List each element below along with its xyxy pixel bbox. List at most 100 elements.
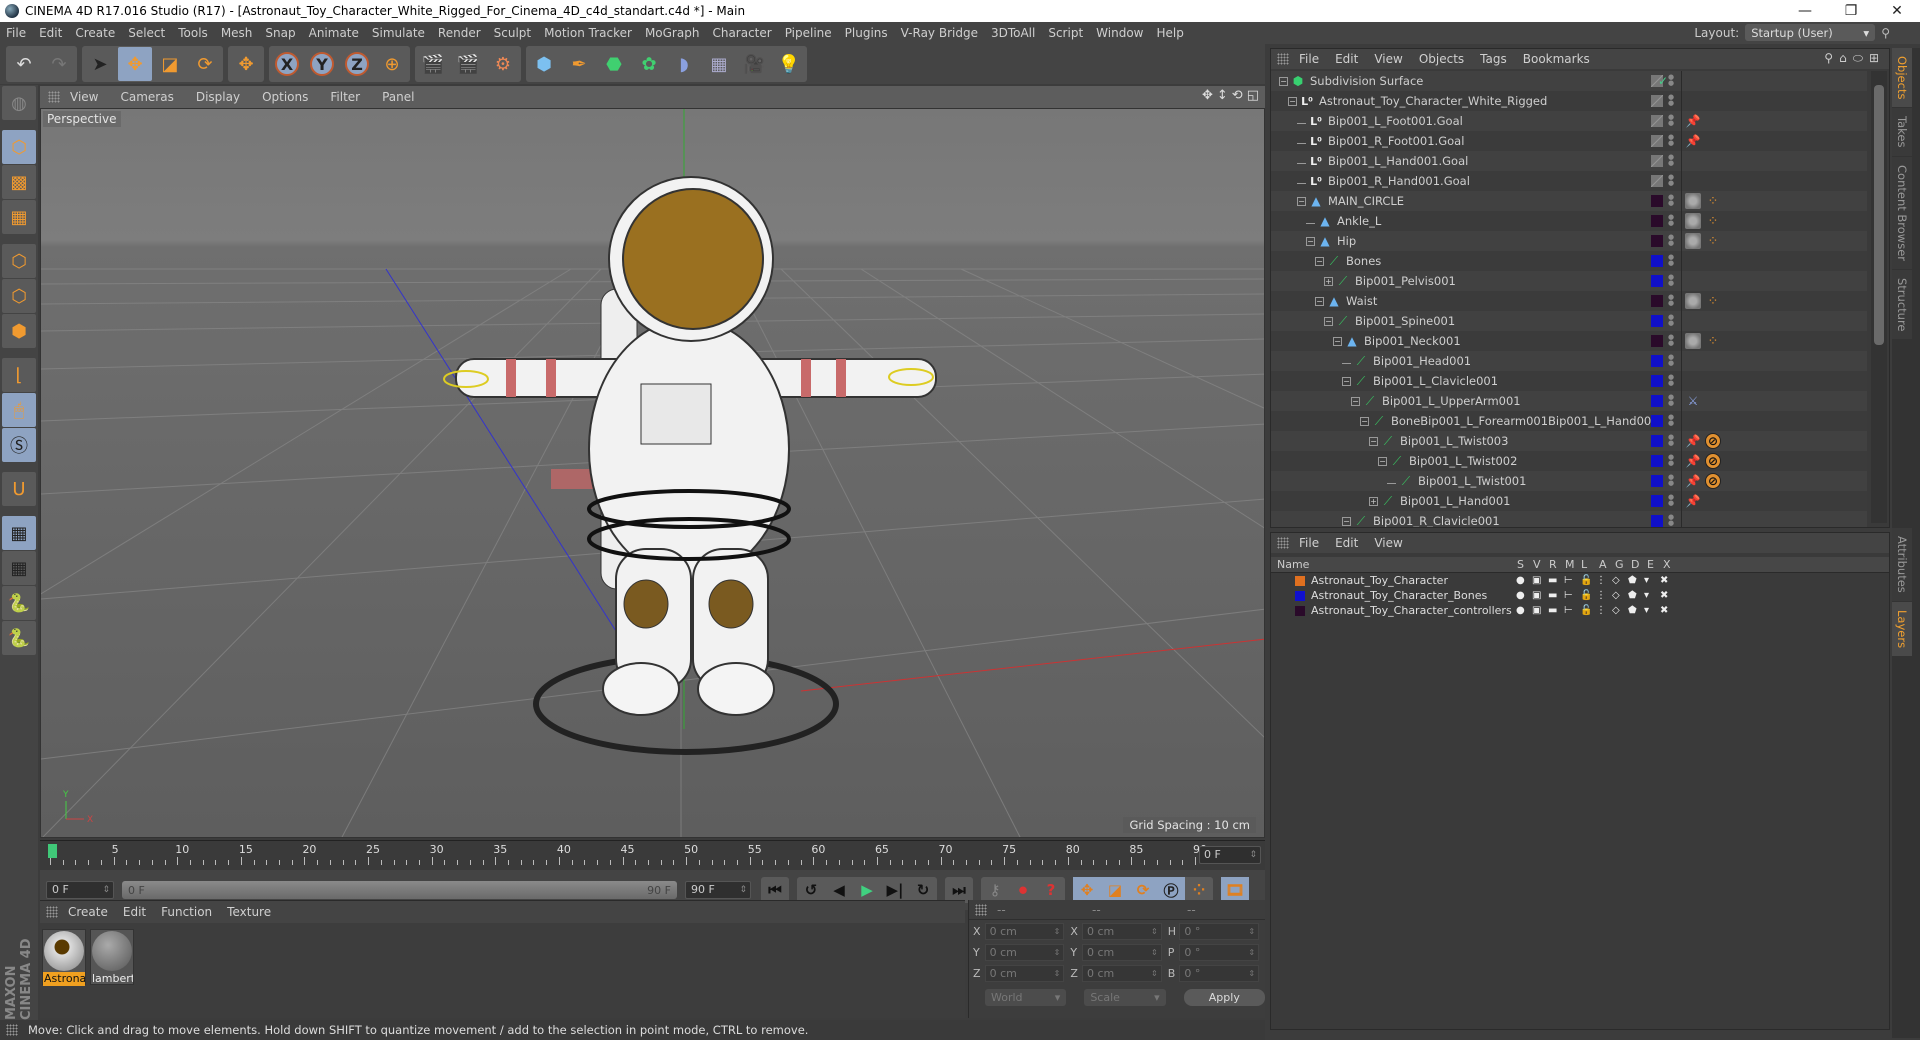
visibility-dots-icon[interactable]: ● ● (1668, 374, 1674, 387)
goal-pin-icon[interactable]: 📌 (1685, 473, 1701, 489)
coordinate-field[interactable]: 0 cm ⇕ (984, 943, 1065, 961)
layer-color-swatch[interactable] (1651, 295, 1663, 307)
side-tab-objects[interactable]: Objects (1892, 48, 1912, 108)
deformers-icon[interactable]: ⬟ (1628, 605, 1640, 616)
coordinate-mode-dropdown[interactable]: World ▾ (985, 988, 1067, 1006)
panel-grip-icon[interactable] (48, 91, 60, 103)
layer-color-swatch[interactable] (1651, 135, 1663, 147)
live-select-tool[interactable]: ➤ (83, 47, 117, 81)
menu-plugins[interactable]: Plugins (845, 26, 888, 40)
lock-workplane-button[interactable]: ▦ (2, 516, 36, 550)
constraint-icon[interactable]: ⊘ (1705, 473, 1721, 489)
object-row[interactable]: − ▲ Waist ● ● ⁘ (1271, 291, 1867, 311)
phong-tag-icon[interactable] (1685, 333, 1701, 349)
layer-row[interactable]: Astronaut_Toy_Character ● ▣ ▬ ⊢ 🔓 ⋮ ◇ ⬟ ▾ ✖ (1271, 573, 1889, 588)
material-menu-texture[interactable]: Texture (227, 905, 271, 919)
visibility-dots-icon[interactable]: ● ● (1668, 314, 1674, 327)
manager-icon[interactable]: ⊢ (1564, 590, 1576, 601)
menu-tools[interactable]: Tools (178, 26, 208, 40)
visible-editor-icon[interactable]: ▣ (1532, 605, 1544, 616)
layer-color-swatch[interactable] (1651, 515, 1663, 527)
minimize-button[interactable]: — (1782, 0, 1828, 22)
menu-animate[interactable]: Animate (309, 26, 359, 40)
layer-row[interactable]: Astronaut_Toy_Character_controllers ● ▣ ▬ ⊢ 🔓… (1271, 603, 1889, 618)
move-tool[interactable]: ✥ (118, 47, 152, 81)
object-row[interactable]: − ⟋ Bip001_L_Clavicle001 ● ● (1271, 371, 1867, 391)
expand-toggle-icon[interactable]: − (1288, 96, 1297, 106)
expand-toggle-icon[interactable]: − (1333, 336, 1342, 346)
deformers-icon[interactable]: ⬟ (1628, 575, 1640, 586)
layer-column-a[interactable]: A (1599, 558, 1607, 571)
material-lambert[interactable]: lambert (90, 929, 134, 985)
menu-edit[interactable]: Edit (39, 26, 62, 40)
menu-character[interactable]: Character (712, 26, 771, 40)
object-row[interactable]: ▲ Ankle_L ● ● ⁘ (1271, 211, 1867, 231)
scrollbar-thumb[interactable] (1874, 85, 1884, 345)
goal-pin-icon[interactable]: 📌 (1685, 433, 1701, 449)
add-spline-pen-button[interactable]: ✒ (562, 47, 596, 81)
layer-color-swatch[interactable] (1651, 315, 1663, 327)
object-row[interactable]: L⁰ Bip001_R_Hand001.Goal ● ● (1271, 171, 1867, 191)
visible-render-icon[interactable]: ▬ (1548, 575, 1560, 586)
constraint-icon[interactable]: ⊘ (1705, 433, 1721, 449)
object-row[interactable]: − ⟋ BoneBip001_L_Forearm001Bip001_L_Hand00… (1271, 411, 1867, 431)
spinner-icon[interactable]: ⇕ (1054, 966, 1061, 981)
object-row[interactable]: ⟋ Bip001_L_Twist001 ● ● 📌 ⊘ (1271, 471, 1867, 491)
edges-mode-button[interactable]: ⬡ (2, 279, 36, 313)
visibility-dots-icon[interactable]: ● ● (1668, 354, 1674, 367)
object-row[interactable]: − ⬢ Subdivision Surface ● ● ✓ (1271, 71, 1867, 91)
render-picture-viewer-button[interactable]: 🎬 (451, 47, 485, 81)
astronaut-model[interactable] (443, 176, 937, 755)
solo-icon[interactable]: ● (1516, 575, 1528, 586)
object-row[interactable]: − L⁰ Astronaut_Toy_Character_White_Rigged ●… (1271, 91, 1867, 111)
menu-script[interactable]: Script (1048, 26, 1083, 40)
layer-row[interactable]: Astronaut_Toy_Character_Bones ● ▣ ▬ ⊢ 🔓 ⋮ ◇ ⬟ ▾ ✖ (1271, 588, 1889, 603)
add-cube-button[interactable]: ⬢ (527, 47, 561, 81)
object-row[interactable]: L⁰ Bip001_L_Foot001.Goal ● ● 📌 (1271, 111, 1867, 131)
visibility-dots-icon[interactable]: ● ● (1668, 94, 1674, 107)
visible-render-icon[interactable]: ▬ (1548, 605, 1560, 616)
enable-axis-button[interactable]: ⌊ (2, 358, 36, 392)
layer-color-swatch[interactable] (1651, 375, 1663, 387)
expand-toggle-icon[interactable]: − (1279, 76, 1288, 86)
layer-color-swatch[interactable] (1651, 255, 1663, 267)
layer-color-swatch[interactable] (1651, 235, 1663, 247)
menu-3dtoall[interactable]: 3DToAll (991, 26, 1035, 40)
check-icon[interactable]: ✓ (1655, 73, 1671, 89)
object-menu-bookmarks[interactable]: Bookmarks (1523, 52, 1590, 66)
goal-pin-icon[interactable]: 📌 (1685, 113, 1701, 129)
new-window-icon[interactable]: ⊞ (1869, 51, 1879, 66)
layer-color-swatch[interactable] (1651, 475, 1663, 487)
snapping-button[interactable]: U (2, 472, 36, 506)
layer-column-v[interactable]: V (1533, 558, 1541, 571)
layer-color-swatch[interactable] (1651, 175, 1663, 187)
object-row[interactable]: ⟋ Bip001_Head001 ● ● (1271, 351, 1867, 371)
coordinate-field[interactable]: 0 ° ⇕ (1179, 964, 1260, 982)
animation-icon[interactable]: ⋮ (1596, 605, 1608, 616)
layer-column-l[interactable]: L (1581, 558, 1587, 571)
layer-color-swatch[interactable] (1295, 575, 1305, 586)
object-scrollbar[interactable] (1871, 71, 1887, 523)
ik-dots-icon[interactable]: ⁘ (1705, 233, 1721, 249)
tweak-mode-button[interactable]: 🖱 (2, 393, 36, 427)
phong-tag-icon[interactable] (1685, 193, 1701, 209)
animation-icon[interactable]: ⋮ (1596, 590, 1608, 601)
coordinate-field[interactable]: 0 cm ⇕ (984, 922, 1065, 940)
visibility-dots-icon[interactable]: ● ● (1668, 174, 1674, 187)
object-row[interactable]: + ⟋ Bip001_Pelvis001 ● ● (1271, 271, 1867, 291)
visibility-dots-icon[interactable]: ● ● (1668, 474, 1674, 487)
object-row[interactable]: − ⟋ Bip001_L_Twist002 ● ● 📌 ⊘ (1271, 451, 1867, 471)
generators-icon[interactable]: ◇ (1612, 605, 1624, 616)
object-row[interactable]: − ⟋ Bip001_Spine001 ● ● (1271, 311, 1867, 331)
spinner-icon[interactable]: ⇕ (1248, 966, 1255, 981)
spinner-icon[interactable]: ⇕ (1248, 924, 1255, 939)
expand-toggle-icon[interactable]: − (1378, 456, 1387, 466)
polygons-mode-button[interactable]: ⬢ (2, 314, 36, 348)
visibility-dots-icon[interactable]: ● ● (1668, 454, 1674, 467)
redo-button[interactable]: ↷ (42, 47, 76, 81)
spinner-icon[interactable]: ⇕ (1151, 966, 1158, 981)
side-tab-structure[interactable]: Structure (1892, 269, 1912, 340)
toggle-layout-icon[interactable]: ◱ (1247, 88, 1259, 103)
coordinate-field[interactable]: 0 cm ⇕ (1081, 943, 1162, 961)
spinner-icon[interactable]: ⇕ (1151, 945, 1158, 960)
